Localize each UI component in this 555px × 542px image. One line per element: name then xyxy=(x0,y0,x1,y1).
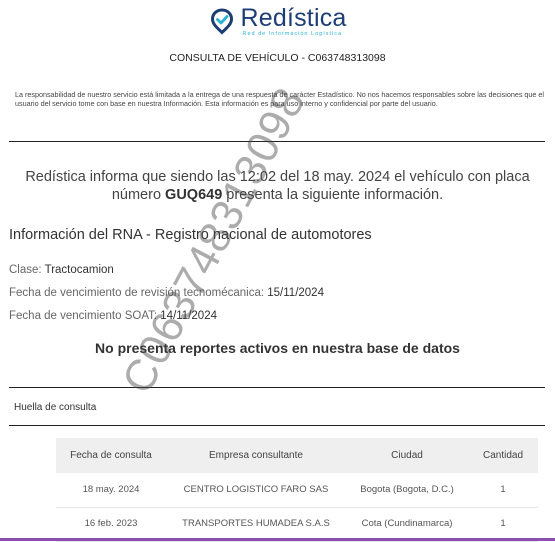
field-tecnomecanica-value: 15/11/2024 xyxy=(267,287,324,299)
column-header: Ciudad xyxy=(391,450,423,461)
field-tecnomecanica: Fecha de vencimiento de revisión tecnomé… xyxy=(9,287,324,299)
table-cell: 1 xyxy=(500,518,506,529)
table-cell: 18 may. 2024 xyxy=(82,484,140,495)
field-soat-label: Fecha de vencimiento SOAT: xyxy=(9,310,161,322)
rna-section-title: Información del RNA - Registro nacional … xyxy=(9,227,372,243)
field-tecnomecanica-label: Fecha de vencimiento de revisión tecnomé… xyxy=(9,287,268,299)
column-header: Empresa consultante xyxy=(209,450,303,461)
logo-name: Redística xyxy=(240,3,347,32)
table-cell: 16 feb. 2023 xyxy=(84,518,138,529)
vehicle-plate: GUQ649 xyxy=(165,187,223,203)
disclaimer: La responsabilidad de nuestro servicio e… xyxy=(15,90,544,109)
lead-text-after: presenta la siguiente información. xyxy=(222,187,444,203)
table-header: Fecha de consulta Empresa consultante Ci… xyxy=(56,438,538,473)
table-row: 18 may. 2024 CENTRO LOGISTICO FARO SAS B… xyxy=(56,473,538,508)
no-reports-message: No presenta reportes activos en nuestra … xyxy=(95,340,460,356)
field-clase-value: Tractocamion xyxy=(44,264,114,276)
column-header: Cantidad xyxy=(482,450,524,461)
table-cell: 1 xyxy=(500,484,506,495)
table-cell: TRANSPORTES HUMADEA S.A.S xyxy=(182,518,330,529)
field-soat: Fecha de vencimiento SOAT: 14/11/2024 xyxy=(9,310,217,322)
document-title: CONSULTA DE VEHÍCULO - C063748313098 xyxy=(169,52,386,64)
huella-title: Huella de consulta xyxy=(14,402,97,413)
map-pin-check-icon xyxy=(211,8,234,35)
table-cell: CENTRO LOGISTICO FARO SAS xyxy=(183,484,329,495)
logo-tagline: Red de Información Logística xyxy=(242,30,343,37)
table-cell: Bogota (Bogota, D.C.) xyxy=(360,484,454,495)
divider xyxy=(9,141,545,142)
divider xyxy=(9,425,545,426)
divider xyxy=(9,387,545,388)
field-soat-value: 14/11/2024 xyxy=(160,310,217,322)
field-clase-label: Clase: xyxy=(9,264,45,276)
field-clase: Clase: Tractocamion xyxy=(9,264,114,276)
table-cell: Cota (Cundinamarca) xyxy=(361,518,453,529)
logo: Redística Red de Información Logística xyxy=(0,4,555,38)
lead-statement: Redística informa que siendo las 12:02 d… xyxy=(0,168,555,204)
column-header: Fecha de consulta xyxy=(70,450,152,461)
table-row: 16 feb. 2023 TRANSPORTES HUMADEA S.A.S C… xyxy=(56,507,538,542)
